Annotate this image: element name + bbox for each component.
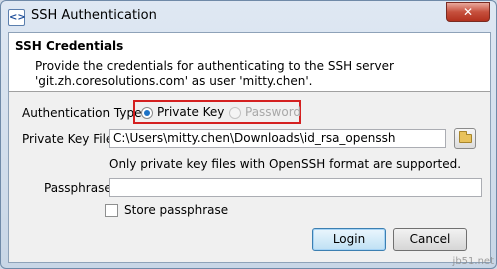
dialog-body: SSH Credentials Provide the credentials … [8, 32, 491, 263]
header-panel: SSH Credentials Provide the credentials … [9, 33, 490, 92]
title-bar[interactable]: <> SSH Authentication ✕ [1, 1, 496, 31]
auth-type-highlight: Private Key Password [133, 100, 301, 124]
radio-private-key-label[interactable]: Private Key [157, 105, 224, 119]
cancel-button[interactable]: Cancel [393, 228, 467, 251]
key-file-label: Private Key File: [22, 132, 118, 146]
passphrase-label: Passphrase: [44, 181, 116, 195]
browse-button[interactable] [454, 128, 476, 149]
auth-type-label: Authentication Type: [22, 106, 146, 120]
folder-icon [459, 131, 472, 143]
key-file-input[interactable]: C:\Users\mitty.chen\Downloads\id_rsa_ope… [109, 129, 446, 148]
passphrase-input[interactable] [109, 178, 482, 197]
store-passphrase-checkbox[interactable] [105, 204, 118, 217]
close-icon[interactable]: ✕ [446, 2, 490, 22]
store-passphrase-label[interactable]: Store passphrase [124, 203, 228, 217]
radio-private-key[interactable] [141, 107, 153, 119]
header-title: SSH Credentials [15, 39, 124, 53]
login-button[interactable]: Login [312, 228, 386, 251]
app-icon: <> [8, 9, 26, 26]
header-description: Provide the credentials for authenticati… [35, 59, 394, 88]
window-title: SSH Authentication [31, 8, 157, 23]
key-format-note: Only private key files with OpenSSH form… [109, 157, 462, 171]
radio-password-label: Password [245, 105, 302, 119]
ssh-auth-dialog: <> SSH Authentication ✕ SSH Credentials … [0, 0, 497, 269]
watermark: jb51.net [452, 256, 494, 267]
radio-password [229, 107, 241, 119]
